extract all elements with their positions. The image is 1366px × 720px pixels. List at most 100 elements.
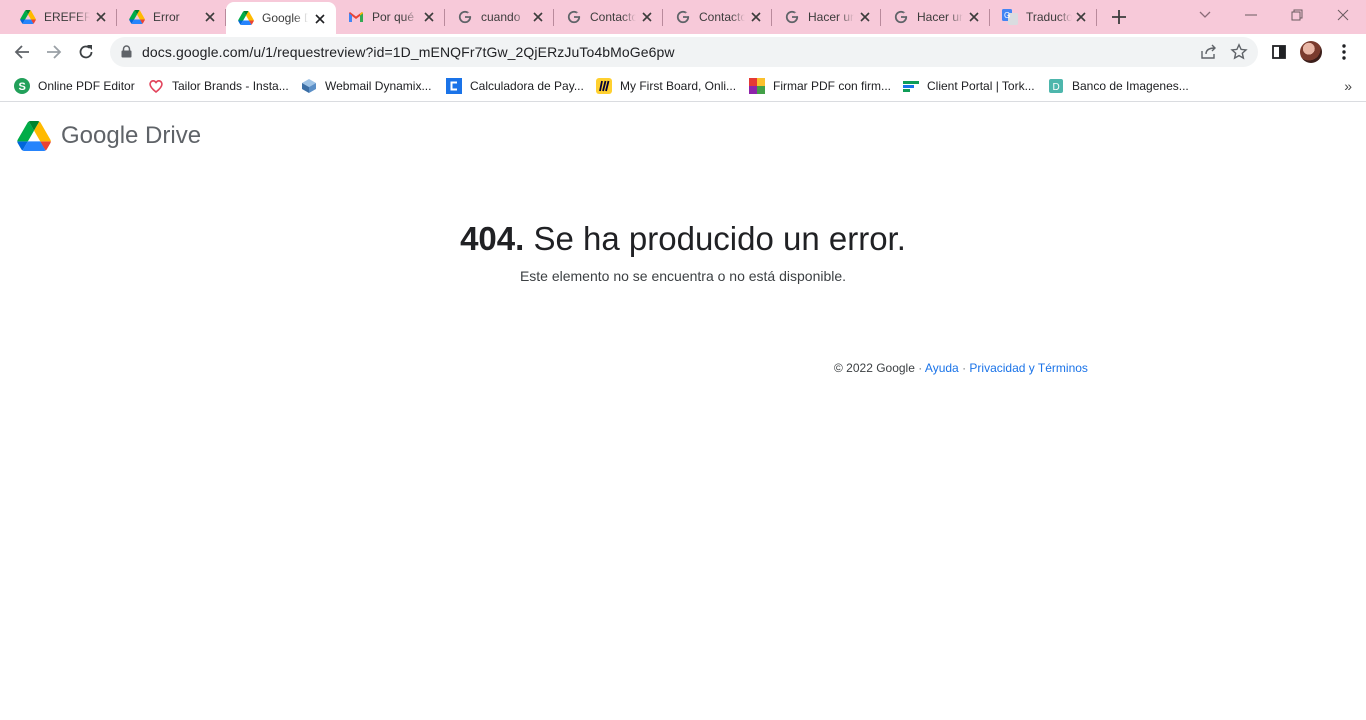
arrow-left-icon [14, 45, 29, 59]
side-panel-button[interactable] [1265, 38, 1293, 66]
google-drive-icon [17, 121, 51, 151]
bookmarks-bar: S Online PDF Editor Tailor Brands - Inst… [0, 70, 1366, 102]
reload-icon [79, 45, 93, 59]
svg-text:S: S [19, 81, 26, 93]
bookmark-star-icon[interactable] [1230, 43, 1248, 66]
close-icon [1337, 9, 1349, 21]
tab-contacto[interactable]: Contacto [554, 0, 663, 34]
tab-title: Google Drive [262, 11, 308, 25]
close-window-button[interactable] [1331, 4, 1355, 26]
bookmark-label: Banco de Imagenes... [1072, 79, 1189, 93]
footer-separator: · [918, 361, 923, 375]
bookmark-miro-board[interactable]: My First Board, Onli... [596, 76, 736, 96]
tab-strip: EREFERENCIAS Error Google Drive Por qué … [0, 0, 1366, 34]
tab-ereferencias[interactable]: EREFERENCIAS [8, 0, 117, 34]
close-tab-icon[interactable] [748, 9, 764, 25]
tab-hacer-un-2[interactable]: Hacer un [881, 0, 990, 34]
tab-google-drive[interactable]: Google Drive [226, 2, 336, 34]
page-footer: © 2022 Google · Ayuda · Privacidad y Tér… [834, 361, 1088, 375]
tab-title: Por qué [372, 10, 415, 24]
google-g-icon [457, 9, 473, 25]
tab-traductor[interactable]: G Traductor [990, 0, 1097, 34]
calculator-c-icon [446, 78, 462, 94]
bookmark-label: Firmar PDF con firm... [773, 79, 892, 93]
miro-icon [596, 78, 612, 94]
bookmark-label: Webmail Dynamix... [325, 79, 432, 93]
close-tab-icon[interactable] [93, 9, 109, 25]
restore-button[interactable] [1285, 4, 1309, 26]
address-bar[interactable]: docs.google.com/u/1/requestreview?id=1D_… [110, 37, 1258, 67]
bookmark-label: Calculadora de Pay... [470, 79, 584, 93]
plus-icon [1112, 10, 1126, 24]
bookmark-label: My First Board, Onli... [620, 79, 737, 93]
error-detail: Este elemento no se encuentra o no está … [519, 268, 847, 284]
tab-title: Contacto [590, 10, 636, 24]
footer-copyright: © 2022 Google [834, 361, 915, 375]
url-text[interactable]: docs.google.com/u/1/requestreview?id=1D_… [142, 44, 675, 60]
tab-search-button[interactable] [1193, 4, 1217, 26]
lock-icon[interactable] [121, 45, 132, 63]
tab-title: EREFERENCIAS [44, 10, 90, 24]
google-g-icon [566, 9, 582, 25]
google-translate-icon: G [1002, 9, 1018, 25]
footer-separator: · [962, 361, 967, 375]
google-drive-logo[interactable]: Google Drive [17, 121, 201, 151]
reload-button[interactable] [72, 38, 100, 66]
tab-hacer-un[interactable]: Hacer un [772, 0, 881, 34]
close-tab-icon[interactable] [202, 9, 218, 25]
minimize-button[interactable] [1239, 4, 1263, 26]
webmail-cube-icon [301, 78, 317, 94]
tab-title: Error [153, 10, 180, 24]
close-tab-icon[interactable] [639, 9, 655, 25]
tailor-brands-icon [148, 78, 164, 94]
forward-button[interactable] [40, 38, 68, 66]
close-tab-icon[interactable] [530, 9, 546, 25]
google-g-icon [893, 9, 909, 25]
close-tab-icon[interactable] [312, 11, 328, 27]
chevron-down-icon [1199, 11, 1211, 18]
svg-text:D: D [1053, 82, 1060, 93]
tab-title: cuando [481, 10, 521, 24]
restore-icon [1291, 9, 1303, 21]
bookmark-client-portal[interactable]: Client Portal | Tork... [903, 76, 1035, 96]
tab-gmail-por-que[interactable]: Por qué [336, 0, 445, 34]
more-vertical-icon [1342, 44, 1346, 60]
bookmark-firmar-pdf[interactable]: Firmar PDF con firm... [749, 76, 891, 96]
tab-contacto-2[interactable]: Contacto [663, 0, 772, 34]
bookmarks-overflow-icon[interactable]: » [1344, 78, 1352, 94]
brand-name: Google Drive [61, 122, 202, 149]
help-link[interactable]: Ayuda [925, 361, 959, 375]
close-tab-icon[interactable] [966, 9, 982, 25]
share-icon[interactable] [1200, 43, 1218, 66]
banco-d-icon: D [1048, 78, 1064, 94]
back-button[interactable] [8, 38, 36, 66]
tab-title: Traductor [1026, 10, 1072, 24]
google-g-icon [675, 9, 691, 25]
menu-button[interactable] [1330, 38, 1358, 66]
close-tab-icon[interactable] [1073, 9, 1089, 25]
error-heading: 404. Se ha producido un error. [0, 220, 1366, 258]
new-tab-button[interactable] [1108, 6, 1130, 28]
privacy-terms-link[interactable]: Privacidad y Términos [969, 361, 1088, 375]
close-tab-icon[interactable] [857, 9, 873, 25]
bookmark-calculadora[interactable]: Calculadora de Pay... [446, 76, 584, 96]
google-g-icon [784, 9, 800, 25]
google-drive-icon [129, 9, 145, 25]
tab-error[interactable]: Error [117, 0, 226, 34]
bookmark-online-pdf-editor[interactable]: S Online PDF Editor [14, 76, 135, 96]
bookmark-banco-imagenes[interactable]: D Banco de Imagenes... [1048, 76, 1189, 96]
arrow-right-icon [47, 45, 62, 59]
close-tab-icon[interactable] [421, 9, 437, 25]
side-panel-icon [1272, 45, 1286, 59]
tab-title: Hacer un [917, 10, 963, 24]
tab-title: Hacer un [808, 10, 854, 24]
tab-title: Contacto [699, 10, 745, 24]
error-code: 404. [460, 220, 525, 257]
bookmark-webmail-dynamix[interactable]: Webmail Dynamix... [301, 76, 431, 96]
bookmark-tailor-brands[interactable]: Tailor Brands - Insta... [148, 76, 289, 96]
minimize-icon [1245, 14, 1257, 16]
profile-avatar[interactable] [1300, 41, 1322, 63]
bookmark-label: Client Portal | Tork... [927, 79, 1035, 93]
client-portal-icon [903, 78, 919, 94]
tab-cuando[interactable]: cuando [445, 0, 554, 34]
